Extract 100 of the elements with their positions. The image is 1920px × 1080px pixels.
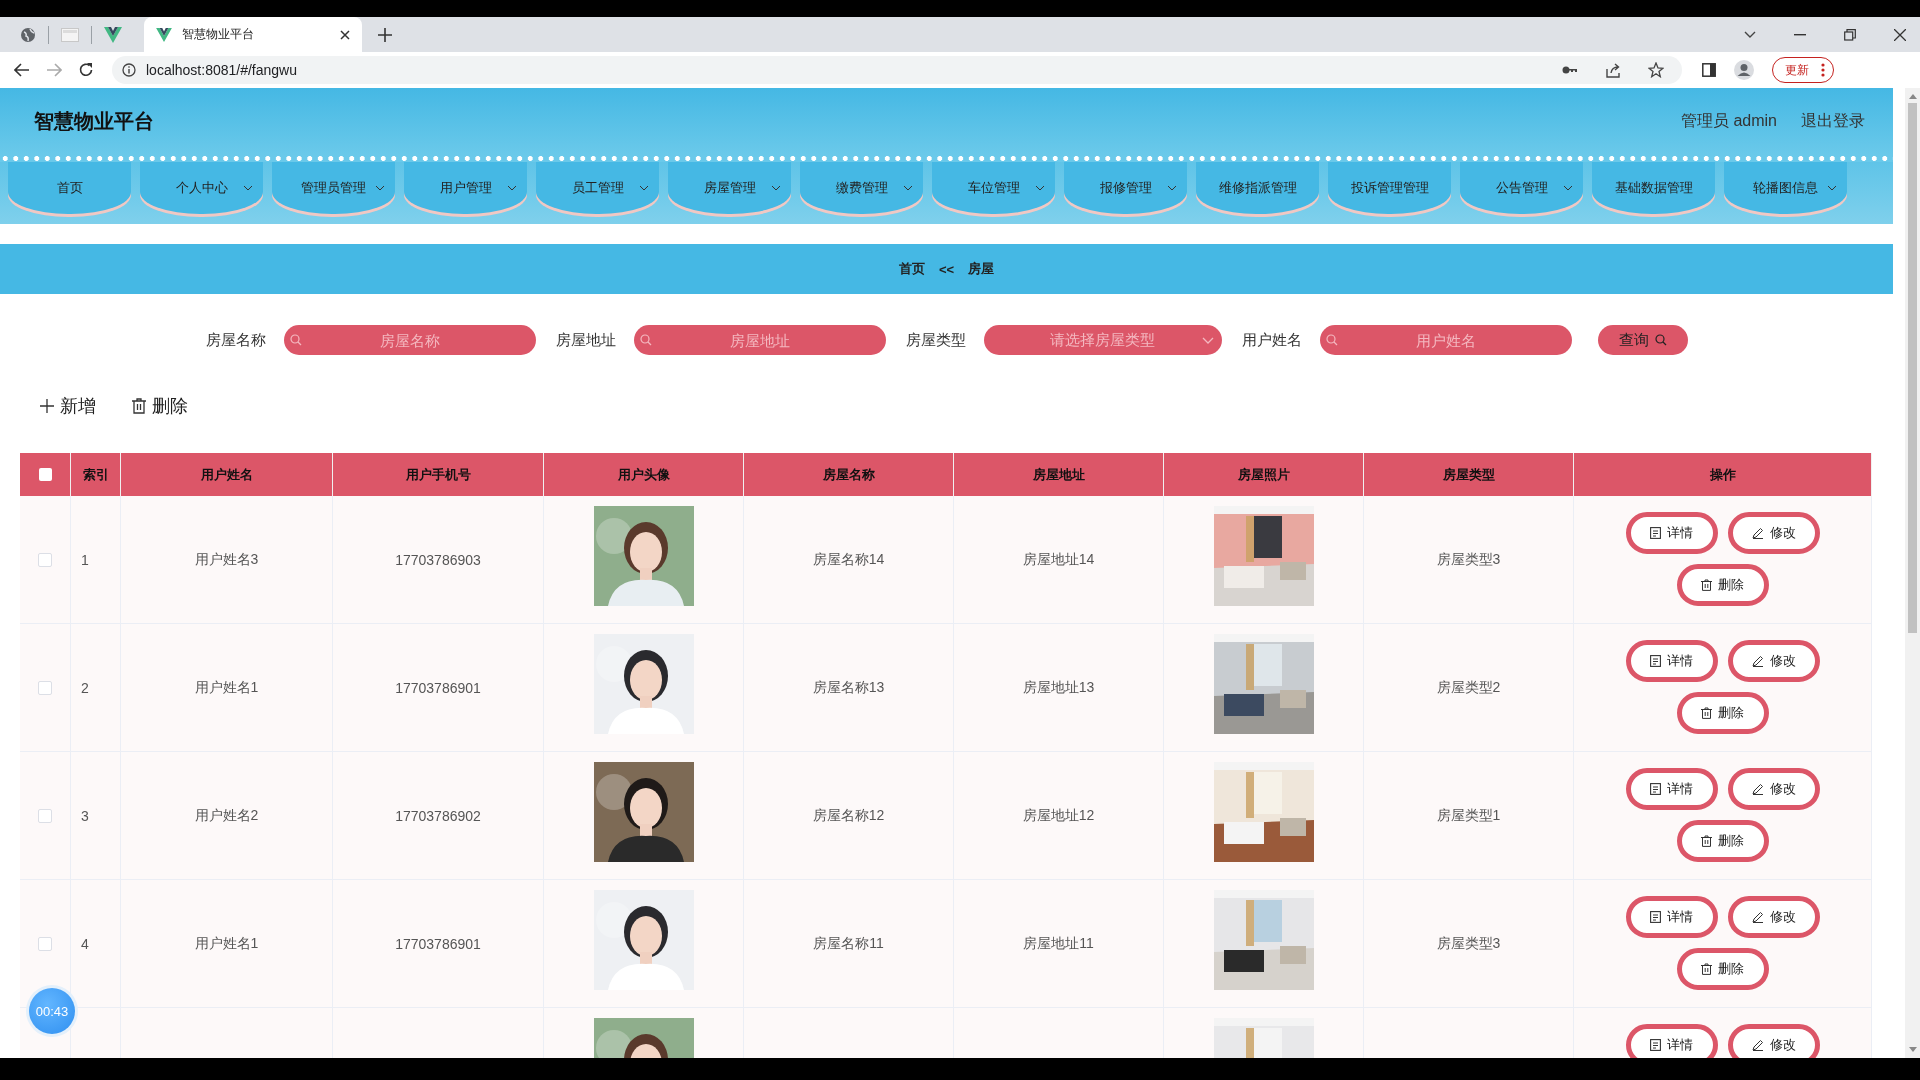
trash-icon [1701, 707, 1712, 719]
edit-button[interactable]: 修改 [1727, 768, 1820, 810]
scroll-down-icon[interactable] [1908, 1047, 1917, 1052]
table-cell: 房屋类型3 [1436, 934, 1501, 953]
table-cell: 用户姓名1 [194, 678, 259, 697]
table-cell: 房屋类型1 [1436, 806, 1501, 825]
row-checkbox[interactable] [38, 808, 52, 823]
delete-button[interactable]: 删除 [1676, 948, 1769, 990]
nav-item[interactable]: 维修指派管理 [1196, 162, 1319, 214]
trash-icon [132, 398, 146, 414]
row-checkbox[interactable] [38, 680, 52, 695]
search-icon [1654, 334, 1667, 346]
scrollbar[interactable] [1905, 88, 1920, 1058]
table-cell: 房屋类型2 [1436, 678, 1501, 697]
search-icon [1325, 334, 1338, 346]
close-icon[interactable] [340, 29, 350, 40]
nav-item[interactable]: 缴费管理 [800, 162, 923, 214]
detail-button[interactable]: 详情 [1625, 768, 1718, 810]
detail-button[interactable]: 详情 [1625, 512, 1718, 554]
chevron-down-icon [1201, 336, 1214, 344]
nav-item[interactable]: 车位管理 [932, 162, 1055, 214]
trash-icon [1701, 963, 1712, 975]
breadcrumb-current: 房屋 [968, 260, 995, 278]
new-tab-icon[interactable] [378, 27, 392, 42]
edit-button[interactable]: 修改 [1727, 1024, 1820, 1058]
nav-item[interactable]: 基础数据管理 [1592, 162, 1715, 214]
update-button[interactable]: 更新 [1772, 57, 1834, 83]
pencil-icon [1751, 783, 1764, 795]
sidebar-icon[interactable] [1702, 63, 1716, 77]
breadcrumb-link[interactable]: 首页 [898, 260, 925, 278]
filter-label: 房屋类型 [905, 330, 966, 350]
table-cell: 用户姓名2 [194, 806, 259, 825]
pencil-icon [1751, 527, 1764, 539]
globe-icon[interactable] [20, 26, 36, 43]
nav-item[interactable]: 管理员管理 [272, 162, 395, 214]
reload-icon[interactable] [78, 62, 94, 78]
query-button[interactable]: 查询 [1597, 325, 1688, 355]
logout-link[interactable]: 退出登录 [1801, 111, 1865, 132]
close-icon[interactable] [1894, 28, 1906, 41]
detail-button[interactable]: 详情 [1625, 896, 1718, 938]
v-logo-icon[interactable] [104, 26, 122, 43]
nav-item[interactable]: 个人中心 [140, 162, 263, 214]
address-field[interactable]: localhost:8081/#/fangwu [112, 56, 1682, 84]
nav-item[interactable]: 员工管理 [536, 162, 659, 214]
select-all-checkbox[interactable] [38, 468, 52, 481]
nav-item[interactable]: 房屋管理 [668, 162, 791, 214]
minimize-icon[interactable] [1794, 33, 1806, 36]
search-field[interactable]: 房屋名称 [283, 325, 536, 355]
key-icon[interactable] [1562, 65, 1578, 75]
profile-icon[interactable] [1734, 60, 1754, 80]
filter-label: 房屋地址 [555, 330, 616, 350]
filter-label: 用户姓名 [1241, 330, 1302, 350]
detail-button[interactable]: 详情 [1625, 640, 1718, 682]
table-cell: 房屋名称13 [812, 678, 885, 697]
delete-button[interactable]: 删除 [132, 394, 188, 418]
detail-button[interactable]: 详情 [1625, 1024, 1718, 1058]
edit-button[interactable]: 修改 [1727, 640, 1820, 682]
nav-item[interactable]: 公告管理 [1460, 162, 1583, 214]
table-cell: 房屋类型3 [1436, 550, 1501, 569]
table-cell: 17703786903 [395, 551, 481, 568]
browser-tab[interactable]: 智慧物业平台 [144, 17, 362, 52]
star-icon[interactable] [1648, 62, 1664, 78]
nav-item[interactable]: 报修管理 [1064, 162, 1187, 214]
trash-icon [1701, 579, 1712, 591]
filter-label: 房屋名称 [205, 330, 266, 350]
plus-icon [40, 399, 54, 413]
nav-item[interactable]: 首页 [8, 162, 131, 214]
nav-item[interactable]: 用户管理 [404, 162, 527, 214]
delete-button[interactable]: 删除 [1676, 692, 1769, 734]
restore-icon[interactable] [1844, 28, 1856, 41]
table-cell: 2 [81, 679, 89, 696]
table-cell: 用户姓名1 [194, 934, 259, 953]
table-cell: 1 [81, 551, 89, 568]
back-icon[interactable] [14, 63, 30, 77]
nav-item[interactable]: 轮播图信息 [1724, 162, 1847, 214]
search-field[interactable]: 房屋地址 [633, 325, 886, 355]
search-icon [289, 334, 302, 346]
share-icon[interactable] [1606, 62, 1622, 78]
table-cell: 房屋名称12 [812, 806, 885, 825]
scroll-up-icon[interactable] [1908, 94, 1917, 99]
search-field[interactable]: 用户姓名 [1319, 325, 1572, 355]
edit-button[interactable]: 修改 [1727, 512, 1820, 554]
delete-button[interactable]: 删除 [1676, 820, 1769, 862]
edit-button[interactable]: 修改 [1727, 896, 1820, 938]
chevron-down-icon[interactable] [1744, 30, 1756, 39]
breadcrumb-separator: << [938, 261, 955, 277]
table-cell: 房屋地址13 [1022, 678, 1095, 697]
table-cell: 房屋地址11 [1023, 934, 1094, 953]
document-icon [1650, 911, 1661, 923]
info-icon[interactable] [122, 63, 136, 77]
document-icon [1650, 527, 1661, 539]
search-icon [639, 334, 652, 346]
row-checkbox[interactable] [38, 552, 52, 567]
more-icon[interactable] [1821, 63, 1825, 77]
scrollbar-thumb[interactable] [1908, 103, 1917, 633]
document-icon [1650, 783, 1661, 795]
add-button[interactable]: 新增 [40, 394, 96, 418]
nav-item[interactable]: 投诉管理管理 [1328, 162, 1451, 214]
row-checkbox[interactable] [38, 936, 52, 951]
delete-button[interactable]: 删除 [1676, 564, 1769, 606]
